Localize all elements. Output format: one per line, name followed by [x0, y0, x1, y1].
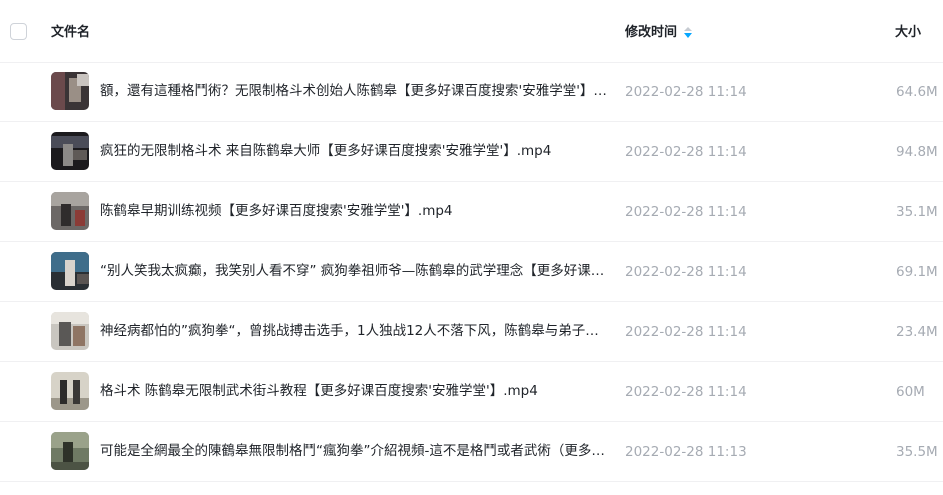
- file-name[interactable]: 格斗术 陈鹤皋无限制武术街斗教程【更多好课百度搜索'安雅学堂'】.mp4: [100, 382, 610, 401]
- file-size: 94.8M: [896, 144, 938, 160]
- video-thumbnail: [51, 252, 89, 290]
- file-row[interactable]: 疯狂的无限制格斗术 来自陈鹤皋大师【更多好课百度搜索'安雅学堂'】.mp4 20…: [0, 122, 943, 182]
- video-thumbnail: [51, 192, 89, 230]
- video-thumbnail: [51, 72, 89, 110]
- file-name[interactable]: 可能是全網最全的陳鶴皋無限制格鬥“瘋狗拳”介紹視頻-這不是格鬥或者武術（更多好课…: [100, 442, 610, 461]
- file-row[interactable]: 神经病都怕的”疯狗拳“，曾挑战搏击选手，1人独战12人不落下风，陈鹤皋与弟子【更…: [0, 302, 943, 362]
- file-size: 35.5M: [896, 444, 938, 460]
- file-name[interactable]: 陈鹤皋早期训练视频【更多好课百度搜索'安雅学堂'】.mp4: [100, 202, 610, 221]
- video-thumbnail: [51, 312, 89, 350]
- video-thumbnail: [51, 132, 89, 170]
- file-modified-time: 2022-02-28 11:14: [625, 264, 747, 280]
- column-header-modified-time-label: 修改时间: [625, 25, 678, 40]
- file-modified-time: 2022-02-28 11:14: [625, 204, 747, 220]
- file-modified-time: 2022-02-28 11:14: [625, 84, 747, 100]
- file-row[interactable]: 可能是全網最全的陳鶴皋無限制格鬥“瘋狗拳”介紹視頻-這不是格鬥或者武術（更多好课…: [0, 422, 943, 482]
- file-name[interactable]: 額，還有這種格鬥術？无限制格斗术创始人陈鹤皋【更多好课百度搜索'安雅学堂'】.m…: [100, 82, 610, 101]
- file-size: 23.4M: [896, 324, 938, 340]
- select-all-checkbox[interactable]: [10, 23, 27, 40]
- file-row[interactable]: 格斗术 陈鹤皋无限制武术街斗教程【更多好课百度搜索'安雅学堂'】.mp4 202…: [0, 362, 943, 422]
- file-row[interactable]: 額，還有這種格鬥術？无限制格斗术创始人陈鹤皋【更多好课百度搜索'安雅学堂'】.m…: [0, 62, 943, 122]
- video-thumbnail: [51, 432, 89, 470]
- file-modified-time: 2022-02-28 11:13: [625, 444, 747, 460]
- file-modified-time: 2022-02-28 11:14: [625, 144, 747, 160]
- file-row[interactable]: “别人笑我太疯癫，我笑别人看不穿” 疯狗拳祖师爷—陈鹤皋的武学理念【更多好课百度…: [0, 242, 943, 302]
- file-list-header: 文件名 修改时间 大小: [0, 0, 943, 63]
- file-size: 64.6M: [896, 84, 938, 100]
- column-header-modified-time[interactable]: 修改时间: [625, 24, 693, 42]
- file-size: 69.1M: [896, 264, 938, 280]
- column-header-size[interactable]: 大小: [895, 24, 921, 42]
- video-thumbnail: [51, 372, 89, 410]
- file-row[interactable]: 陈鹤皋早期训练视频【更多好课百度搜索'安雅学堂'】.mp4 2022-02-28…: [0, 182, 943, 242]
- file-size: 35.1M: [896, 204, 938, 220]
- file-modified-time: 2022-02-28 11:14: [625, 384, 747, 400]
- file-modified-time: 2022-02-28 11:14: [625, 324, 747, 340]
- file-name[interactable]: 神经病都怕的”疯狗拳“，曾挑战搏击选手，1人独战12人不落下风，陈鹤皋与弟子【更…: [100, 322, 610, 341]
- file-size: 60M: [896, 384, 925, 400]
- sort-desc-icon[interactable]: [684, 27, 693, 39]
- file-name[interactable]: “别人笑我太疯癫，我笑别人看不穿” 疯狗拳祖师爷—陈鹤皋的武学理念【更多好课百度…: [100, 262, 610, 281]
- column-header-name[interactable]: 文件名: [51, 24, 90, 42]
- file-name[interactable]: 疯狂的无限制格斗术 来自陈鹤皋大师【更多好课百度搜索'安雅学堂'】.mp4: [100, 142, 610, 161]
- file-list: 額，還有這種格鬥術？无限制格斗术创始人陈鹤皋【更多好课百度搜索'安雅学堂'】.m…: [0, 62, 943, 482]
